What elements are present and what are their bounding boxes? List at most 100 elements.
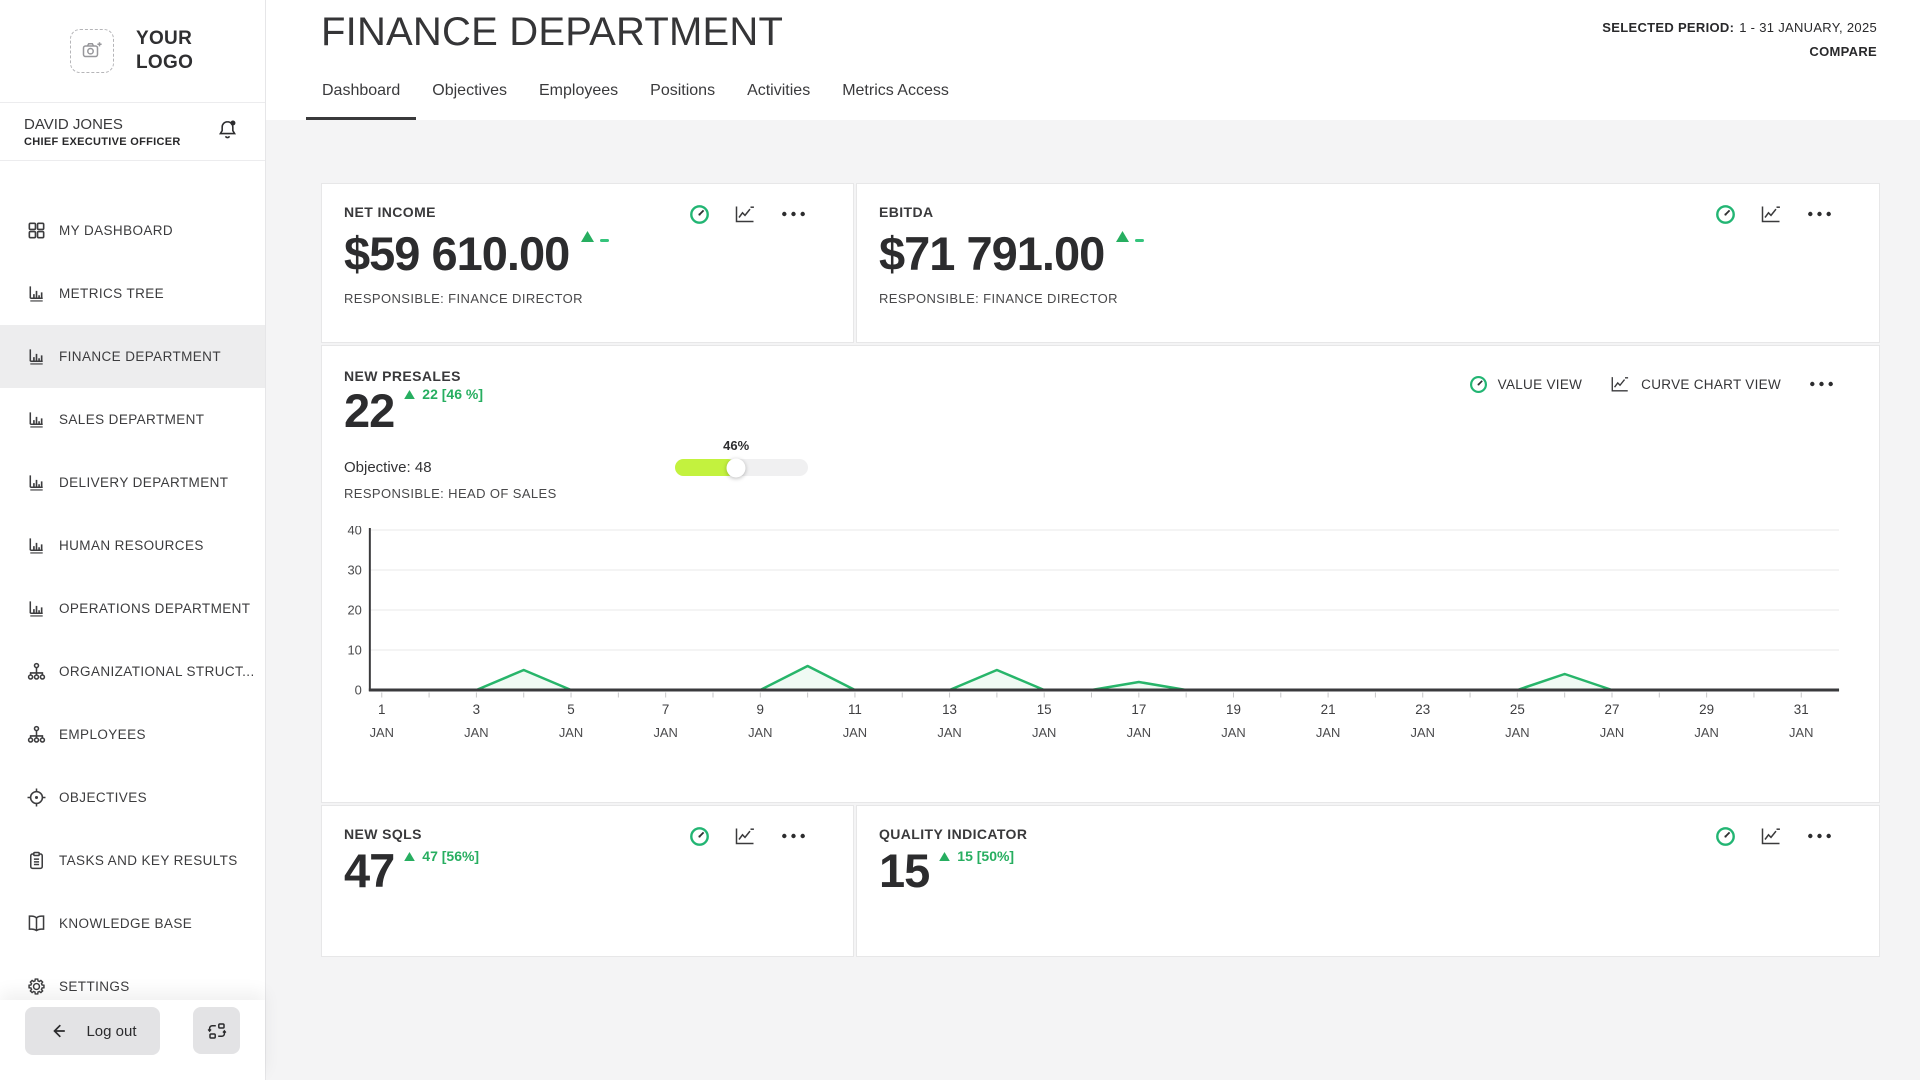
card-title: EBITDA: [879, 204, 1857, 220]
tab-dashboard[interactable]: Dashboard: [306, 82, 416, 120]
curve-chart-view-button[interactable]: CURVE CHART VIEW: [1609, 374, 1781, 394]
progress-knob[interactable]: [727, 458, 746, 477]
logo-upload-placeholder[interactable]: [70, 29, 114, 73]
compare-button[interactable]: COMPARE: [1602, 44, 1877, 59]
logo-section: YOUR LOGO: [0, 0, 265, 103]
tab-positions[interactable]: Positions: [634, 82, 731, 120]
delta-text: 22 [46 %]: [422, 386, 483, 402]
curve-chart-icon: [1609, 374, 1631, 394]
triangle-up-icon: [581, 231, 594, 242]
sidebar-item-finance-department[interactable]: FINANCE DEPARTMENT: [0, 325, 265, 388]
bar-chart-icon: [26, 472, 48, 493]
sidebar: YOUR LOGO DAVID JONES CHIEF EXECUTIVE OF…: [0, 0, 266, 1080]
sidebar-item-organizational-structure[interactable]: ORGANIZATIONAL STRUCT...: [0, 640, 265, 703]
user-section: DAVID JONES CHIEF EXECUTIVE OFFICER: [0, 103, 265, 161]
delta-badge: 15 [50%]: [939, 848, 1014, 864]
sidebar-item-employees[interactable]: EMPLOYEES: [0, 703, 265, 766]
svg-text:7: 7: [662, 702, 669, 717]
value-view-gauge-icon: [1469, 375, 1488, 394]
sidebar-item-sales-department[interactable]: SALES DEPARTMENT: [0, 388, 265, 451]
quality-indicator-value: 15: [879, 846, 929, 895]
curve-chart-icon[interactable]: [1759, 825, 1783, 847]
curve-chart-icon[interactable]: [733, 825, 757, 847]
sidebar-item-label: OBJECTIVES: [59, 790, 147, 805]
sidebar-item-label: KNOWLEDGE BASE: [59, 916, 192, 931]
more-options-icon[interactable]: [780, 204, 807, 224]
user-name: DAVID JONES: [24, 116, 241, 133]
dashboard-grid-icon: [26, 220, 48, 241]
svg-text:31: 31: [1794, 702, 1809, 717]
svg-text:JAN: JAN: [1694, 725, 1718, 740]
sidebar-item-tasks-and-key-results[interactable]: TASKS AND KEY RESULTS: [0, 829, 265, 892]
curve-chart-icon[interactable]: [733, 203, 757, 225]
svg-text:15: 15: [1037, 702, 1052, 717]
svg-text:30: 30: [348, 563, 362, 578]
value-view-gauge-icon[interactable]: [689, 826, 710, 847]
svg-text:20: 20: [348, 603, 362, 618]
tab-objectives[interactable]: Objectives: [416, 82, 523, 120]
bar-chart-icon: [26, 598, 48, 619]
svg-text:1: 1: [378, 702, 385, 717]
svg-text:40: 40: [348, 526, 362, 538]
new-sqls-card: NEW SQLS: [321, 805, 854, 957]
value-view-button[interactable]: VALUE VIEW: [1469, 375, 1583, 394]
sidebar-item-label: MY DASHBOARD: [59, 223, 173, 238]
svg-text:JAN: JAN: [653, 725, 677, 740]
sidebar-item-metrics-tree[interactable]: METRICS TREE: [0, 262, 265, 325]
new-sqls-value: 47: [344, 846, 394, 895]
triangle-up-icon: [404, 852, 415, 861]
value-view-label: VALUE VIEW: [1498, 377, 1583, 392]
sidebar-item-my-dashboard[interactable]: MY DASHBOARD: [0, 199, 265, 262]
curve-chart-icon[interactable]: [1759, 203, 1783, 225]
sidebar-item-objectives[interactable]: OBJECTIVES: [0, 766, 265, 829]
sidebar-item-label: METRICS TREE: [59, 286, 164, 301]
more-options-icon[interactable]: [1806, 204, 1833, 224]
logo-text: YOUR LOGO: [136, 27, 193, 75]
org-structure-icon: [26, 724, 48, 745]
triangle-up-icon: [939, 852, 950, 861]
bell-icon: [216, 118, 239, 141]
tab-activities[interactable]: Activities: [731, 82, 826, 120]
svg-text:JAN: JAN: [1032, 725, 1056, 740]
tab-employees[interactable]: Employees: [523, 82, 634, 120]
svg-text:JAN: JAN: [1789, 725, 1813, 740]
new-presales-value: 22: [344, 386, 394, 435]
bar-chart-icon: [26, 535, 48, 556]
delta-badge: 22 [46 %]: [404, 386, 483, 402]
logout-label: Log out: [86, 1023, 136, 1040]
switch-view-button[interactable]: [193, 1007, 240, 1054]
target-icon: [26, 787, 48, 808]
sidebar-item-label: SETTINGS: [59, 979, 130, 994]
sidebar-item-human-resources[interactable]: HUMAN RESOURCES: [0, 514, 265, 577]
value-view-gauge-icon[interactable]: [1715, 826, 1736, 847]
value-view-gauge-icon[interactable]: [689, 204, 710, 225]
sidebar-item-label: FINANCE DEPARTMENT: [59, 349, 221, 364]
sidebar-item-delivery-department[interactable]: DELIVERY DEPARTMENT: [0, 451, 265, 514]
svg-text:5: 5: [567, 702, 574, 717]
sidebar-item-knowledge-base[interactable]: KNOWLEDGE BASE: [0, 892, 265, 955]
svg-text:JAN: JAN: [1411, 725, 1435, 740]
card-title: QUALITY INDICATOR: [879, 826, 1857, 842]
more-options-icon[interactable]: [1808, 374, 1835, 394]
curve-chart-view-label: CURVE CHART VIEW: [1641, 377, 1781, 392]
kpi-row-bottom: NEW SQLS: [321, 805, 1880, 957]
user-role: CHIEF EXECUTIVE OFFICER: [24, 136, 241, 148]
tab-metrics-access[interactable]: Metrics Access: [826, 82, 965, 120]
more-options-icon[interactable]: [780, 826, 807, 846]
bar-chart-icon: [26, 283, 48, 304]
more-options-icon[interactable]: [1806, 826, 1833, 846]
clipboard-icon: [26, 850, 48, 871]
sidebar-item-operations-department[interactable]: OPERATIONS DEPARTMENT: [0, 577, 265, 640]
net-income-value: $59 610.00: [344, 229, 569, 278]
svg-text:17: 17: [1131, 702, 1146, 717]
notifications-button[interactable]: [216, 118, 239, 141]
presales-area-chart[interactable]: 0102030401JAN3JAN5JAN7JAN9JAN11JAN13JAN1…: [344, 526, 1845, 742]
page-header: FINANCE DEPARTMENT Dashboard Objectives …: [266, 0, 1920, 120]
logout-button[interactable]: Log out: [25, 1007, 160, 1055]
selected-period[interactable]: SELECTED PERIOD:1 - 31 JANUARY, 2025: [1602, 20, 1877, 35]
value-view-gauge-icon[interactable]: [1715, 204, 1736, 225]
delta-text: 15 [50%]: [957, 848, 1014, 864]
objective-progress-bar: 46%: [675, 459, 808, 476]
camera-plus-icon: [80, 39, 104, 63]
svg-text:JAN: JAN: [748, 725, 772, 740]
